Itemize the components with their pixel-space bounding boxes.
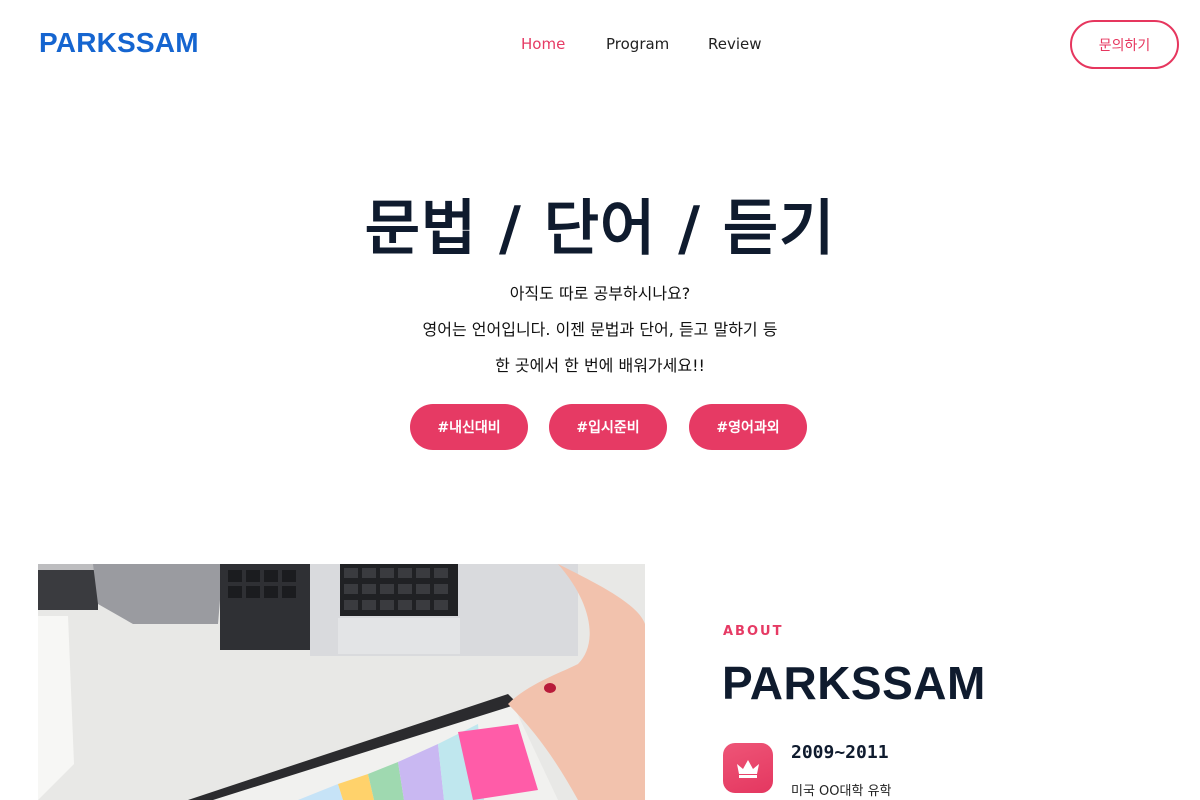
- crown-badge: [723, 743, 773, 793]
- hero-line-1: 아직도 따로 공부하시나요?: [509, 284, 691, 303]
- crown-icon: [737, 760, 759, 778]
- main-nav: Home Program Review: [0, 35, 1200, 55]
- hero-line-3: 한 곳에서 한 번에 배워가세요!!: [495, 356, 705, 375]
- tag-naesin[interactable]: #내신대비: [410, 404, 528, 450]
- hero-line-2: 영어는 언어입니다. 이젠 문법과 단어, 듣고 말하기 등: [422, 320, 778, 339]
- history-desc: 미국 OO대학 유학: [791, 784, 892, 799]
- site-header: PARKSSAM Home Program Review 문의하기: [0, 0, 1200, 90]
- tag-english-tutoring[interactable]: #영어과외: [689, 404, 807, 450]
- desk-photo: [38, 564, 645, 800]
- about-title: PARKSSAM: [722, 657, 986, 709]
- nav-home[interactable]: Home: [521, 35, 565, 53]
- nav-program[interactable]: Program: [606, 35, 669, 53]
- history-year: 2009~2011: [791, 742, 889, 763]
- about-label: ABOUT: [723, 624, 784, 639]
- contact-button[interactable]: 문의하기: [1070, 20, 1179, 69]
- nav-review[interactable]: Review: [708, 35, 762, 53]
- tag-ipsi[interactable]: #입시준비: [549, 404, 667, 450]
- hero-title: 문법 / 단어 / 듣기: [364, 194, 836, 264]
